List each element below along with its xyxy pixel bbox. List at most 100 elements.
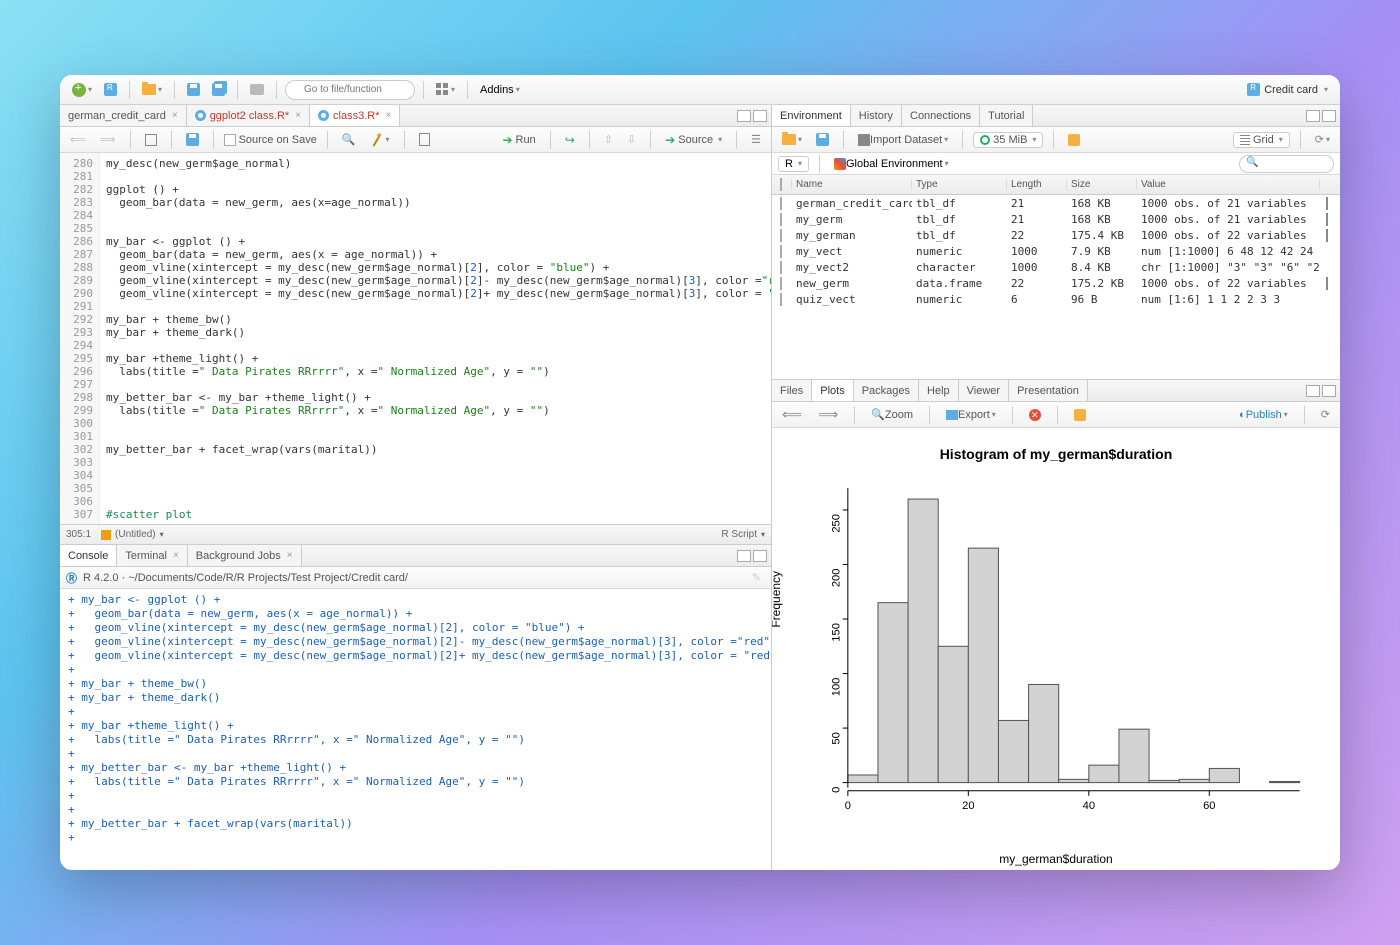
row-checkbox[interactable] [780,213,782,226]
env-row[interactable]: my_german tbl_df 22 175.4 KB 1000 obs. o… [772,227,1340,243]
view-data-icon[interactable] [1326,229,1328,242]
source-down-button[interactable]: ⇩ [623,131,640,148]
env-row[interactable]: my_vect numeric 1000 7.9 KB num [1:1000]… [772,243,1340,259]
select-all-checkbox[interactable] [780,178,782,191]
find-button[interactable]: 🔍 [338,131,360,148]
import-dataset-button[interactable]: Import Dataset [854,132,952,148]
minimize-pane-button[interactable] [1306,110,1320,122]
save-workspace-button[interactable] [812,131,833,148]
tab-packages[interactable]: Packages [854,380,919,401]
tab-background-jobs[interactable]: Background Jobs× [188,545,302,566]
col-size[interactable]: Size [1067,179,1137,190]
tab-help[interactable]: Help [919,380,959,401]
source-up-button[interactable]: ⇧ [600,131,617,148]
env-search-input[interactable]: 🔍 [1239,155,1334,173]
scope-selector[interactable]: Global Environment [830,156,953,172]
tab-presentation[interactable]: Presentation [1009,380,1088,401]
minimize-pane-button[interactable] [1306,385,1320,397]
outline-button[interactable]: ☰ [747,131,765,148]
project-menu[interactable]: Credit card [1247,83,1328,96]
close-icon[interactable]: × [172,110,178,121]
source-tab-1[interactable]: german_credit_card× [60,105,187,126]
print-button[interactable] [246,82,268,97]
col-name[interactable]: Name [792,179,912,190]
source-button[interactable]: ➔Source [661,131,726,149]
memory-usage[interactable]: 35 MiB [973,132,1043,148]
forward-button[interactable]: ⟹ [96,131,120,148]
code-tools-button[interactable] [366,131,394,149]
maximize-pane-button[interactable] [1322,385,1336,397]
addins-button[interactable]: Addins [476,82,524,98]
tab-tutorial[interactable]: Tutorial [980,105,1033,126]
close-icon[interactable]: × [173,550,179,561]
tab-environment[interactable]: Environment [772,105,851,126]
env-row[interactable]: new_germ data.frame 22 175.2 KB 1000 obs… [772,275,1340,291]
tab-console[interactable]: Console [60,545,117,566]
col-length[interactable]: Length [1007,179,1067,190]
code-editor[interactable]: 280 281 282 283 284 285 286 287 288 289 … [60,153,771,524]
save-button[interactable] [183,81,204,98]
maximize-pane-button[interactable] [1322,110,1336,122]
env-row[interactable]: my_germ tbl_df 21 168 KB 1000 obs. of 21… [772,211,1340,227]
new-project-button[interactable] [100,81,121,98]
close-icon[interactable]: × [295,110,301,121]
compile-report-button[interactable] [415,131,434,148]
save-doc-button[interactable] [182,131,203,148]
row-checkbox[interactable] [780,261,782,274]
tab-history[interactable]: History [851,105,902,126]
row-checkbox[interactable] [780,293,782,306]
clear-objects-button[interactable] [1064,132,1084,148]
goto-file-input[interactable] [285,80,415,100]
clear-plots-button[interactable] [1070,407,1090,423]
open-file-button[interactable] [138,82,166,97]
source-tab-2[interactable]: ggplot2 class.R*× [187,105,310,126]
doc-type-label[interactable]: R Script [721,529,757,540]
row-checkbox[interactable] [780,245,782,258]
popout-button[interactable] [141,132,161,148]
refresh-button[interactable]: ⟳ [1311,131,1334,148]
load-workspace-button[interactable] [778,132,806,147]
console-options-button[interactable]: ✎ [748,569,765,586]
env-row[interactable]: german_credit_card tbl_df 21 168 KB 1000… [772,195,1340,211]
zoom-button[interactable]: 🔍 Zoom [867,406,917,423]
source-tab-3[interactable]: class3.R*× [310,105,400,126]
row-checkbox[interactable] [780,197,782,210]
export-button[interactable]: Export [942,407,1000,423]
env-row[interactable]: my_vect2 character 1000 8.4 KB chr [1:10… [772,259,1340,275]
row-checkbox[interactable] [780,229,782,242]
tab-files[interactable]: Files [772,380,812,401]
view-data-icon[interactable] [1326,213,1328,226]
tab-terminal[interactable]: Terminal× [117,545,187,566]
col-type[interactable]: Type [912,179,1007,190]
rerun-button[interactable]: ↪ [561,131,579,149]
view-mode-button[interactable]: Grid [1233,132,1290,148]
close-icon[interactable]: × [386,110,392,121]
publish-button[interactable]: ◐ Publish [1235,407,1292,423]
section-nav[interactable]: (Untitled) ▾ [101,529,164,540]
save-all-button[interactable] [208,81,229,98]
minimize-pane-button[interactable] [737,550,751,562]
remove-plot-button[interactable]: ✕ [1025,407,1045,423]
console-output[interactable]: + my_bar <- ggplot () + + geom_bar(data … [60,589,771,870]
plot-next-button[interactable]: ⟹ [814,404,842,425]
close-icon[interactable]: × [287,550,293,561]
workspace-panes-button[interactable] [432,81,459,98]
row-checkbox[interactable] [780,277,782,290]
back-button[interactable]: ⟸ [66,131,90,148]
minimize-pane-button[interactable] [737,110,751,122]
tab-plots[interactable]: Plots [812,380,853,401]
view-data-icon[interactable] [1326,197,1328,210]
maximize-pane-button[interactable] [753,110,767,122]
source-on-save-toggle[interactable]: Source on Save [224,134,317,146]
new-file-button[interactable] [68,81,96,99]
run-button[interactable]: ➔Run [498,131,539,149]
tab-connections[interactable]: Connections [902,105,980,126]
plot-prev-button[interactable]: ⟸ [778,404,806,425]
view-data-icon[interactable] [1326,277,1328,290]
refresh-plot-button[interactable]: ⟳ [1317,406,1334,423]
language-selector[interactable]: R [778,156,809,172]
maximize-pane-button[interactable] [753,550,767,562]
env-row[interactable]: quiz_vect numeric 6 96 B num [1:6] 1 1 2… [772,291,1340,307]
col-value[interactable]: Value [1137,179,1320,190]
tab-viewer[interactable]: Viewer [959,380,1009,401]
